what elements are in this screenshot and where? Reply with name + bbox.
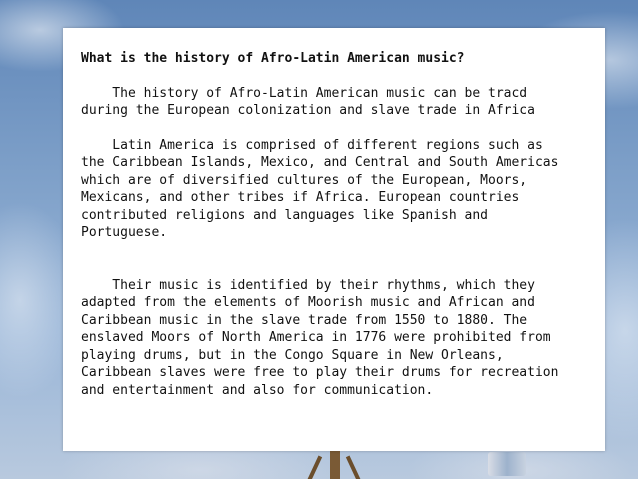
wooden-pole [330, 448, 340, 479]
paragraph-regions: Latin America is comprised of different … [81, 137, 559, 241]
slide-content-card: What is the history of Afro-Latin Americ… [63, 28, 605, 451]
paragraph-intro: The history of Afro-Latin American music… [81, 85, 535, 119]
slide-title: What is the history of Afro-Latin Americ… [81, 51, 465, 66]
paragraph-rhythms: Their music is identified by their rhyth… [81, 277, 559, 398]
flag-image [488, 452, 526, 476]
